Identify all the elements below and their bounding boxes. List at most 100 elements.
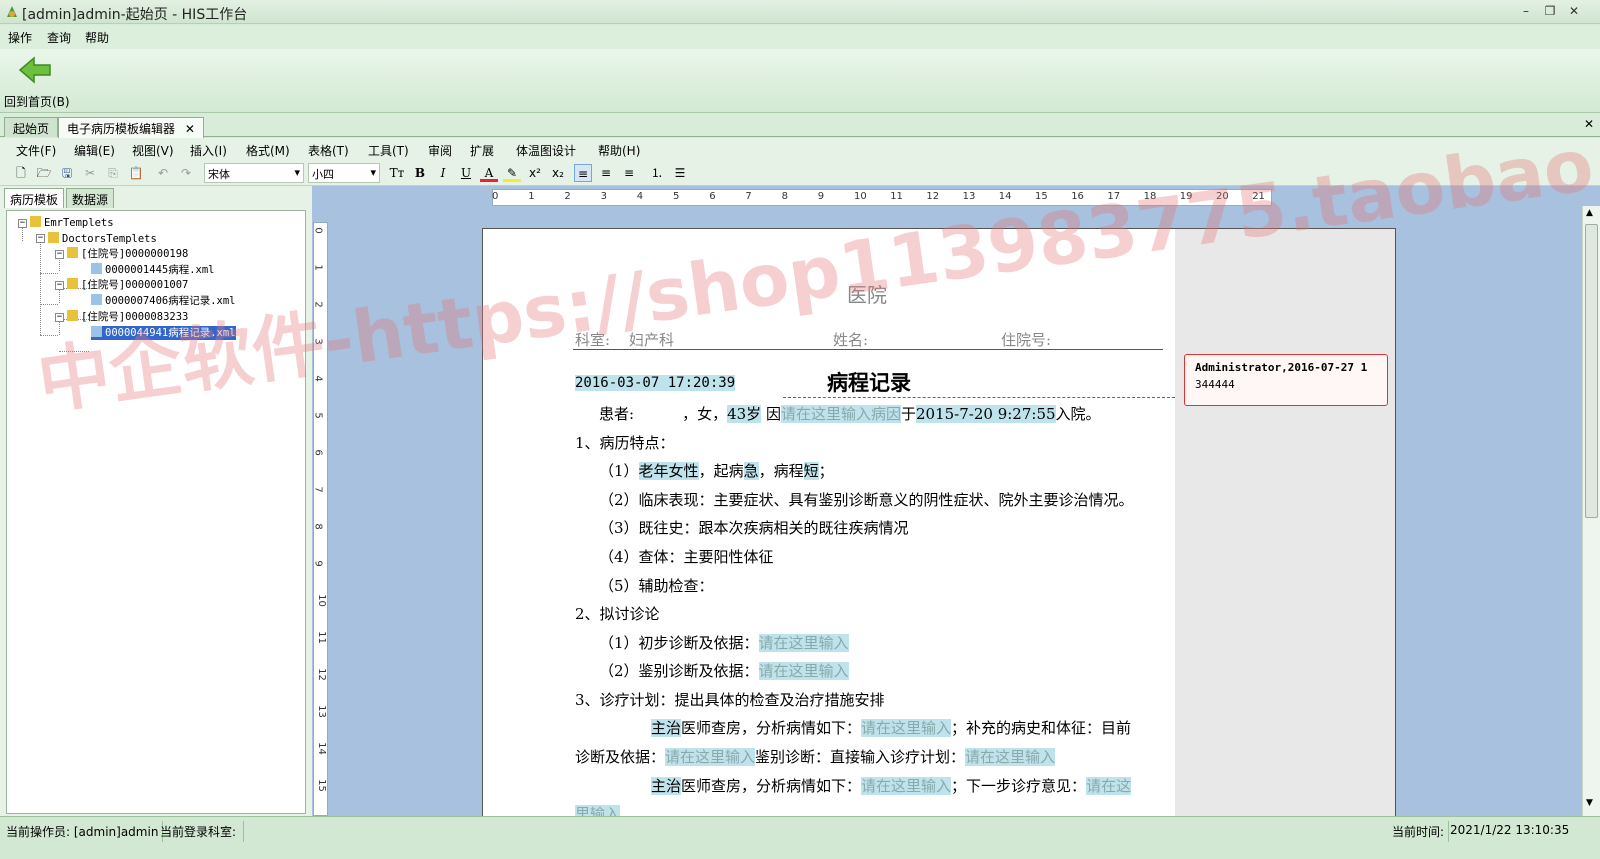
collapse-toggle[interactable]: − xyxy=(55,250,64,259)
field[interactable]: 主治 xyxy=(651,777,682,795)
ruler-tick-label: 19 xyxy=(1179,191,1193,202)
numbered-list-icon[interactable]: ⒈ xyxy=(648,164,666,182)
collapse-toggle[interactable]: − xyxy=(18,219,27,228)
font-type-icon[interactable]: Tт xyxy=(388,164,406,182)
field[interactable]: 老年女性 xyxy=(638,462,699,480)
menu-query[interactable]: 查询 xyxy=(47,29,71,46)
italic-icon[interactable]: I xyxy=(434,164,452,182)
superscript-icon[interactable]: x² xyxy=(526,164,544,182)
folder-icon xyxy=(30,216,41,227)
editor-menu-temperature[interactable]: 体温图设计 xyxy=(516,142,576,159)
review-comment[interactable]: Administrator,2016-07-27 1 344444 xyxy=(1184,354,1388,406)
vertical-scrollbar[interactable]: ▲ ▼ xyxy=(1582,206,1600,816)
restore-icon[interactable]: ❐ xyxy=(1540,2,1560,20)
vertical-ruler[interactable]: 0 1 2 3 4 5 6 7 8 9 10 11 12 13 14 15 xyxy=(313,222,328,816)
placeholder-field[interactable]: 请在这里输入 xyxy=(758,662,849,680)
tab-close-icon[interactable]: ✕ xyxy=(185,122,195,136)
field[interactable]: 短 xyxy=(803,462,819,480)
section-3: 3、诊疗计划：提出具体的检查及治疗措施安排 xyxy=(575,691,885,709)
home-label[interactable]: 回到首页(B) xyxy=(4,93,70,110)
editor-menu-tools[interactable]: 工具(T) xyxy=(368,142,409,159)
collapse-toggle[interactable]: − xyxy=(36,234,45,243)
record-datetime[interactable]: 2016-03-07 17:20:39 xyxy=(575,375,736,391)
tab-datasource[interactable]: 数据源 xyxy=(66,188,115,208)
align-left-icon[interactable]: ≡ xyxy=(574,164,592,182)
tree-node[interactable]: [住院号]0000083233 xyxy=(67,310,188,324)
editor-menu-help[interactable]: 帮助(H) xyxy=(598,142,640,159)
editor-menu-edit[interactable]: 编辑(E) xyxy=(74,142,115,159)
placeholder-field[interactable]: 请在这里输入 xyxy=(758,634,849,652)
bullet-list-icon[interactable]: ☰ xyxy=(671,164,689,182)
highlight-icon[interactable]: ✎ xyxy=(503,164,521,182)
status-bar: 当前操作员: [admin]admin 当前登录科室: 当前时间: 2021/1… xyxy=(0,816,1600,859)
editor-menu-file[interactable]: 文件(F) xyxy=(16,142,56,159)
editor-menu-review[interactable]: 审阅 xyxy=(428,142,452,159)
text: 因 xyxy=(765,405,781,423)
field[interactable]: 急 xyxy=(743,462,759,480)
ruler-tick-label: 0 xyxy=(312,227,324,234)
bold-icon[interactable]: B xyxy=(411,164,429,182)
tree-node[interactable]: [住院号]0000001007 xyxy=(67,278,188,292)
menu-help[interactable]: 帮助 xyxy=(85,29,109,46)
placeholder-field[interactable]: 请在这里输入 xyxy=(965,748,1056,766)
underline-icon[interactable]: U xyxy=(457,164,475,182)
ruler-tick-label: 3 xyxy=(600,191,607,202)
menu-operate[interactable]: 操作 xyxy=(8,29,32,46)
folder-icon xyxy=(67,310,78,321)
age-field[interactable]: 43岁 xyxy=(727,405,762,423)
undo-icon[interactable]: ↶ xyxy=(154,164,172,182)
horizontal-ruler[interactable]: 0 1 2 3 4 5 6 7 8 9 10 11 12 13 14 15 16 17 18 19 20 21 xyxy=(492,189,1272,206)
subscript-icon[interactable]: x₂ xyxy=(549,164,567,182)
placeholder-field[interactable]: 请在这里输入 xyxy=(861,777,952,795)
new-file-icon[interactable]: 🗋 xyxy=(12,164,30,182)
document-page[interactable]: 医院 科室: 妇产科 姓名: 住院号: 2016-03-07 17:20:39 … xyxy=(482,228,1396,828)
font-size-select[interactable]: 小四 ▾ xyxy=(308,163,380,183)
align-right-icon[interactable]: ≡ xyxy=(620,164,638,182)
editor-menu-view[interactable]: 视图(V) xyxy=(132,142,174,159)
scroll-thumb[interactable] xyxy=(1585,224,1598,518)
tree-node[interactable]: DoctorsTemplets xyxy=(48,232,157,246)
admit-date-field[interactable]: 2015-7-20 9:27:55 xyxy=(916,405,1056,423)
tree-node-label: 0000001445病程.xml xyxy=(105,264,215,276)
collapse-toggle[interactable]: − xyxy=(55,313,64,322)
close-all-icon[interactable]: ✕ xyxy=(1584,117,1594,131)
save-icon[interactable]: 🖫 xyxy=(58,164,76,182)
scroll-down-icon[interactable]: ▼ xyxy=(1586,798,1593,808)
section-1-5: （5）辅助检查： xyxy=(599,577,714,595)
redo-icon[interactable]: ↷ xyxy=(177,164,195,182)
align-center-icon[interactable]: ≡ xyxy=(597,164,615,182)
text: 患者: xyxy=(599,405,635,423)
editor-menu-extend[interactable]: 扩展 xyxy=(470,142,494,159)
tree-node[interactable]: EmrTemplets xyxy=(30,216,114,230)
placeholder-field[interactable]: 请在这里输入 xyxy=(665,748,756,766)
placeholder-field[interactable]: 请在这 xyxy=(1086,777,1132,795)
tree-node[interactable]: 0000001445病程.xml xyxy=(91,263,215,277)
paste-icon[interactable]: 📋 xyxy=(127,164,145,182)
tab-start-page[interactable]: 起始页 xyxy=(4,117,59,137)
collapse-toggle[interactable]: − xyxy=(55,281,64,290)
cut-icon[interactable]: ✂ xyxy=(81,164,99,182)
field[interactable]: 主治 xyxy=(651,719,682,737)
tree-node[interactable]: 0000007406病程记录.xml xyxy=(91,294,236,308)
editor-menu-insert[interactable]: 插入(I) xyxy=(190,142,227,159)
tab-templates[interactable]: 病历模板 xyxy=(4,188,65,208)
tree-node[interactable]: [住院号]0000000198 xyxy=(67,247,188,261)
close-icon[interactable]: ✕ xyxy=(1564,2,1584,20)
ruler-tick-label: 7 xyxy=(312,486,324,493)
open-folder-icon[interactable]: 🗁 xyxy=(35,164,53,182)
home-button[interactable] xyxy=(18,55,58,89)
font-color-icon[interactable]: A xyxy=(480,164,498,182)
font-family-select[interactable]: 宋体 ▾ xyxy=(204,163,304,183)
editor-menu-format[interactable]: 格式(M) xyxy=(246,142,290,159)
reason-field[interactable]: 请在这里输入病因 xyxy=(780,405,901,423)
text: ，女， xyxy=(682,405,728,423)
dept-value[interactable]: 妇产科 xyxy=(629,329,674,350)
editor-menu-table[interactable]: 表格(T) xyxy=(308,142,349,159)
placeholder-field[interactable]: 请在这里输入 xyxy=(861,719,952,737)
ruler-tick-label: 1 xyxy=(528,191,535,202)
minimize-icon[interactable]: – xyxy=(1516,2,1536,20)
copy-icon[interactable]: ⎘ xyxy=(104,164,122,182)
tree-node-selected[interactable]: 0000044941病程记录.xml xyxy=(91,326,236,340)
tab-emr-editor[interactable]: 电子病历模板编辑器 ✕ xyxy=(58,117,204,138)
scroll-up-icon[interactable]: ▲ xyxy=(1586,208,1593,218)
